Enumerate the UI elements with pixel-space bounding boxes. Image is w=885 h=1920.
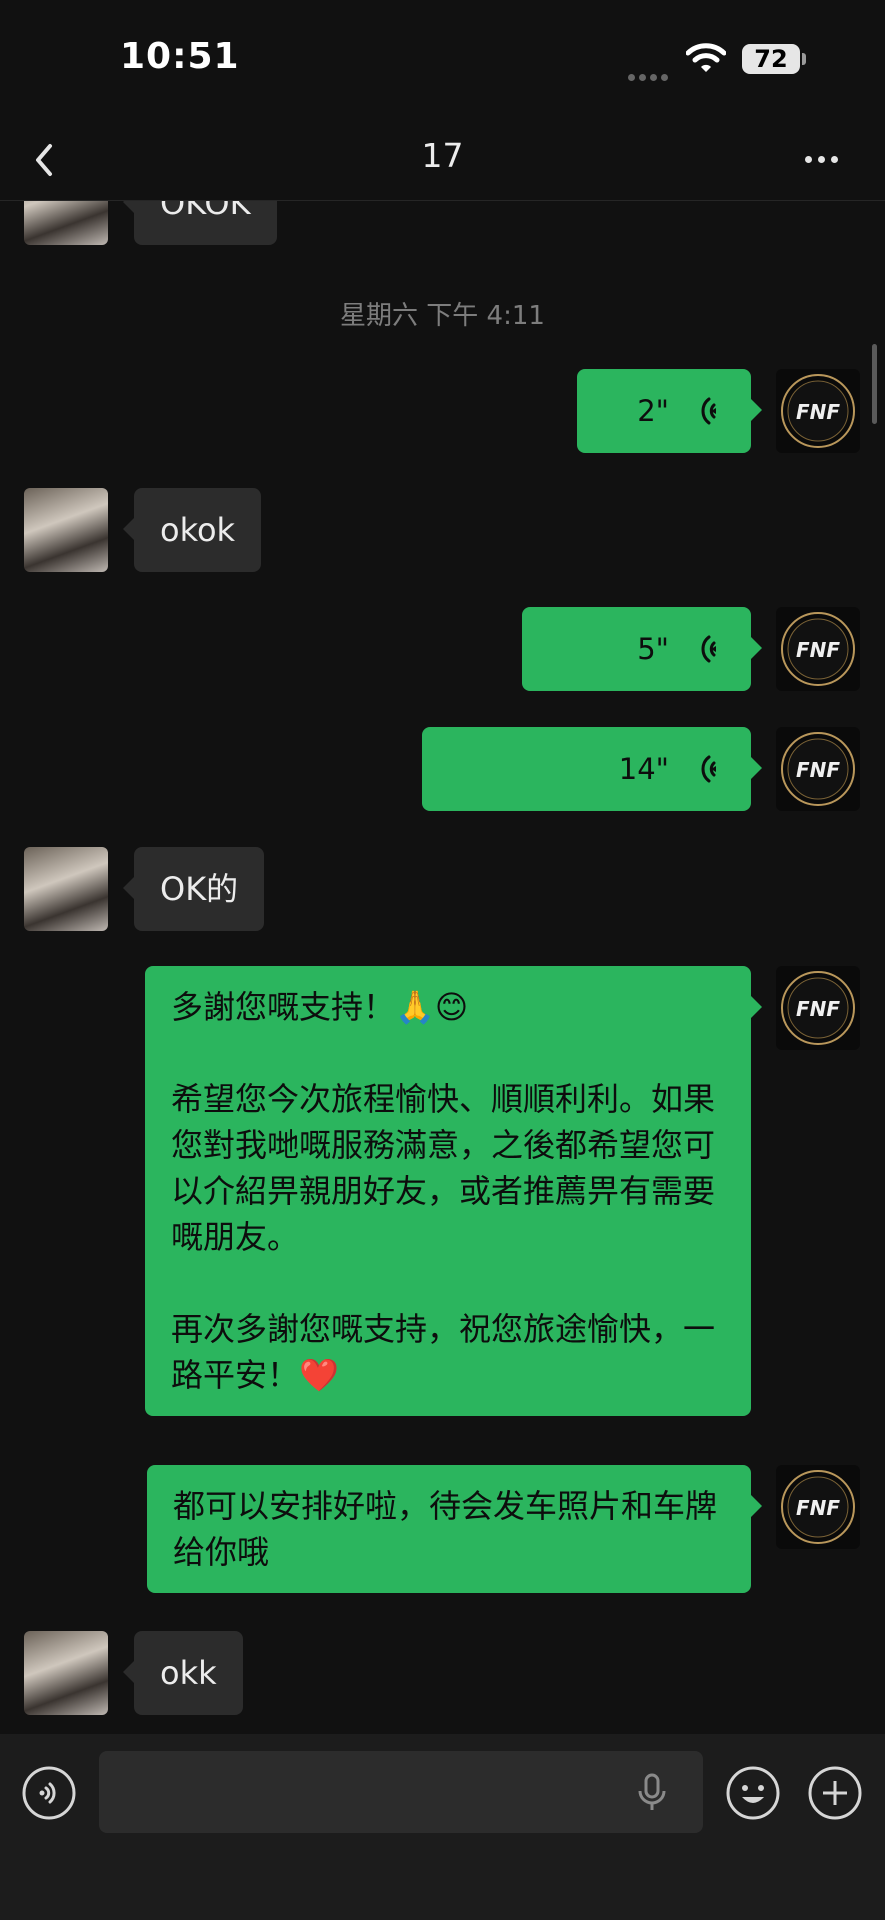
- emoji-icon[interactable]: [725, 1765, 781, 1821]
- incoming-message[interactable]: okok: [122, 488, 262, 572]
- status-time: 10:51: [120, 36, 240, 77]
- voice-duration: 14": [618, 752, 669, 786]
- status-bar: 10:51 72: [0, 0, 885, 120]
- timestamp: 星期六 下午 4:11: [340, 301, 545, 331]
- incoming-message[interactable]: OK的: [122, 847, 265, 931]
- message-input[interactable]: [99, 1751, 703, 1833]
- voice-duration: 5": [637, 632, 669, 666]
- avatar-text: FNF: [796, 638, 840, 662]
- message-paragraph: 希望您今次旅程愉快、順順利利。如果您對我哋嘅服務滿意，之後都希望您可以介紹畀親朋…: [171, 1080, 716, 1256]
- incoming-message[interactable]: OKOK: [123, 201, 277, 245]
- avatar-text: FNF: [796, 997, 840, 1021]
- more-icon[interactable]: [805, 148, 849, 172]
- voice-wave-icon: [701, 755, 716, 783]
- voice-wave-icon: [701, 397, 716, 425]
- voice-message[interactable]: 2": [577, 369, 762, 453]
- contact-avatar[interactable]: [24, 1631, 108, 1715]
- contact-avatar[interactable]: [24, 201, 108, 245]
- voice-input-icon[interactable]: [21, 1765, 77, 1821]
- voice-wave-icon: [701, 635, 716, 663]
- my-avatar[interactable]: FNF: [776, 727, 860, 811]
- message-text: OK的: [160, 870, 239, 908]
- battery-icon: 72: [742, 44, 800, 74]
- my-avatar[interactable]: FNF: [776, 966, 860, 1050]
- avatar-text: FNF: [796, 1496, 840, 1520]
- nav-bar: 17: [0, 120, 885, 201]
- outgoing-message[interactable]: 都可以安排好啦，待会发车照片和车牌给你哦: [147, 1465, 762, 1593]
- voice-message[interactable]: 5": [522, 607, 762, 691]
- avatar-text: FNF: [796, 758, 840, 782]
- contact-avatar[interactable]: [24, 847, 108, 931]
- chat-area[interactable]: OKOK 星期六 下午 4:11 2" FNF okok 5" FNF 14" …: [0, 201, 885, 1734]
- message-paragraph: 再次多謝您嘅支持，祝您旅途愉快，一路平安！❤️: [171, 1310, 716, 1394]
- outgoing-message[interactable]: 多謝您嘅支持！🙏😊 希望您今次旅程愉快、順順利利。如果您對我哋嘅服務滿意，之後都…: [145, 966, 762, 1416]
- voice-duration: 2": [637, 394, 669, 428]
- my-avatar[interactable]: FNF: [776, 369, 860, 453]
- contact-avatar[interactable]: [24, 488, 108, 572]
- scroll-indicator[interactable]: [872, 344, 877, 424]
- voice-message[interactable]: 14": [422, 727, 762, 811]
- incoming-message[interactable]: okk: [123, 1631, 243, 1715]
- avatar-text: FNF: [796, 400, 840, 424]
- mic-icon[interactable]: [637, 1773, 667, 1813]
- wifi-icon: [686, 43, 726, 72]
- message-text: okk: [160, 1654, 217, 1692]
- battery-nub: [802, 53, 806, 65]
- message-text: 都可以安排好啦，待会发车照片和车牌给你哦: [173, 1487, 718, 1571]
- signal-icon: [628, 66, 672, 85]
- input-bar: [0, 1734, 885, 1920]
- message-text: OKOK: [160, 201, 251, 222]
- chat-title: 17: [421, 136, 464, 175]
- my-avatar[interactable]: FNF: [776, 607, 860, 691]
- message-text: okok: [160, 511, 236, 549]
- message-paragraph: 多謝您嘅支持！🙏😊: [171, 988, 469, 1026]
- my-avatar[interactable]: FNF: [776, 1465, 860, 1549]
- plus-icon[interactable]: [807, 1765, 863, 1821]
